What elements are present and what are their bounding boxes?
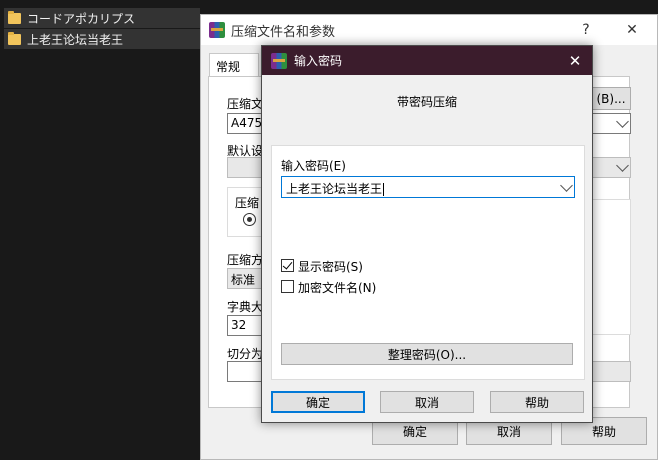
encrypt-filenames-label[interactable]: 加密文件名(N) — [298, 279, 376, 296]
main-titlebar: 压缩文件名和参数 ? ✕ — [201, 15, 657, 45]
archive-format-label: 压缩 — [235, 196, 260, 210]
dictionary-size-value: 32 — [231, 318, 247, 332]
file-item[interactable]: 上老王论坛当老王 — [4, 29, 200, 49]
close-icon[interactable]: ✕ — [609, 15, 655, 45]
winrar-icon — [271, 52, 287, 69]
split-volumes-field-right[interactable] — [591, 361, 631, 382]
organize-passwords-button[interactable]: 整理密码(O)... — [281, 343, 573, 365]
close-icon[interactable]: ✕ — [562, 46, 588, 75]
compression-method-label: 压缩方 — [227, 253, 264, 267]
show-password-checkbox[interactable] — [281, 259, 294, 272]
dictionary-size-label: 字典大 — [227, 300, 264, 314]
file-item-name: コードアポカリプス — [27, 11, 136, 26]
folder-icon — [8, 10, 21, 24]
split-volumes-label: 切分为 — [227, 347, 264, 361]
format-radio[interactable] — [243, 213, 256, 226]
help-title-button[interactable]: ? — [563, 15, 609, 45]
password-heading: 带密码压缩 — [396, 95, 457, 109]
chevron-down-icon[interactable] — [560, 179, 573, 192]
main-dialog-title: 压缩文件名和参数 — [231, 24, 336, 40]
ok-button[interactable]: 确定 — [271, 391, 365, 413]
chevron-down-icon — [616, 159, 629, 172]
folder-icon — [8, 31, 21, 45]
show-password-label[interactable]: 显示密码(S) — [298, 258, 363, 275]
password-value: 上老王论坛当老王 — [286, 182, 383, 196]
text-caret — [383, 183, 385, 196]
password-input[interactable]: 上老王论坛当老王 — [281, 176, 575, 198]
help-button[interactable]: 帮助 — [490, 391, 584, 413]
password-dialog: 输入密码 ✕ 带密码压缩 输入密码(E) 上老王论坛当老王 显示密码(S) 加密… — [261, 45, 593, 423]
chevron-down-icon — [616, 115, 629, 128]
password-titlebar: 输入密码 ✕ — [262, 46, 592, 75]
file-item[interactable]: コードアポカリプス — [4, 8, 200, 28]
password-dialog-title: 输入密码 — [294, 54, 343, 68]
options-panel — [591, 199, 631, 335]
archive-name-label: 压缩文 — [227, 97, 264, 111]
winrar-icon — [209, 22, 225, 38]
encrypt-filenames-checkbox[interactable] — [281, 280, 294, 293]
cancel-button[interactable]: 取消 — [380, 391, 474, 413]
compression-method-value: 标准 — [231, 273, 256, 287]
browse-button[interactable]: (B)... — [591, 87, 631, 110]
tab-general[interactable]: 常规 — [209, 53, 259, 77]
file-item-name: 上老王论坛当老王 — [27, 32, 124, 47]
enter-password-label: 输入密码(E) — [281, 159, 346, 173]
